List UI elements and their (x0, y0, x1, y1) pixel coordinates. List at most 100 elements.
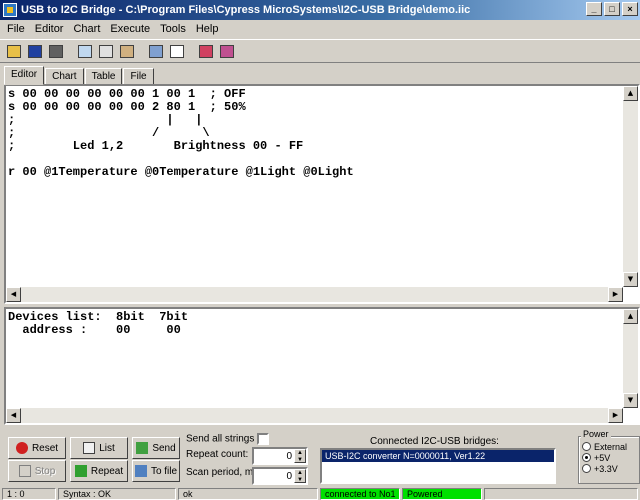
scroll-up-icon[interactable]: ▲ (623, 309, 638, 324)
send-icon (136, 442, 149, 454)
menu-bar: File Editor Chart Execute Tools Help (0, 20, 640, 38)
close-button[interactable]: × (622, 2, 638, 16)
status-connection: connected to No1 (320, 488, 400, 500)
script-editor[interactable]: s 00 00 00 00 00 00 1 00 1 ; OFF s 00 00… (4, 84, 640, 304)
menu-execute[interactable]: Execute (105, 23, 155, 35)
chart-button[interactable] (196, 41, 216, 61)
output-vertical-scrollbar[interactable]: ▲ ▼ (623, 309, 638, 408)
radio-icon[interactable] (582, 453, 591, 462)
cut-icon (78, 44, 92, 58)
radio-icon[interactable] (582, 442, 591, 451)
scroll-right-icon[interactable]: ▶ (608, 287, 623, 302)
output-horizontal-scrollbar[interactable]: ◀ ▶ (6, 408, 623, 423)
list-label: List (99, 442, 115, 454)
power-option-label: +3.3V (594, 463, 618, 474)
tab-file[interactable]: File (123, 68, 154, 85)
tab-editor[interactable]: Editor (4, 66, 45, 85)
bridges-list[interactable]: USB-I2C converter N=0000011, Ver1.22 (320, 448, 556, 484)
script-text[interactable]: s 00 00 00 00 00 00 1 00 1 ; OFF s 00 00… (6, 86, 638, 181)
scan-period-value: 0 (286, 470, 292, 482)
spin-arrows-icon[interactable]: ▲ ▼ (294, 449, 306, 463)
status-power: Powered (402, 488, 482, 500)
power-option-label: External (594, 441, 628, 452)
bridges-label: Connected I2C-USB bridges: (370, 436, 499, 447)
status-syntax: Syntax : OK (58, 488, 176, 500)
repeat-count-value: 0 (286, 450, 292, 462)
repeat-count-label: Repeat count: (186, 449, 249, 460)
reset-button[interactable]: Reset (8, 437, 66, 459)
send-all-strings-option[interactable]: Send all strings (186, 433, 270, 445)
copy-button[interactable] (96, 41, 116, 61)
window-title: USB to I2C Bridge - C:\Program Files\Cyp… (21, 4, 471, 16)
power-option-label: +5V (594, 452, 611, 463)
menu-file[interactable]: File (2, 23, 30, 35)
find-icon (149, 44, 163, 58)
stop-label: Stop (34, 465, 56, 477)
repeat-count-stepper[interactable]: 0 ▲ ▼ (252, 447, 308, 465)
power-option-5v[interactable]: +5V (582, 452, 638, 463)
scroll-right-icon[interactable]: ▶ (608, 408, 623, 423)
toolbar (0, 39, 640, 63)
app-icon (3, 3, 17, 17)
to-file-label: To file (150, 465, 178, 477)
send-button[interactable]: Send (132, 437, 180, 459)
power-title: Power (581, 429, 611, 439)
reset-icon (15, 442, 28, 454)
table-button[interactable] (217, 41, 237, 61)
tab-chart[interactable]: Chart (45, 68, 84, 85)
scroll-up-icon[interactable]: ▲ (623, 86, 638, 101)
open-button[interactable] (4, 41, 24, 61)
scroll-left-icon[interactable]: ◀ (6, 287, 21, 302)
power-option-3v3[interactable]: +3.3V (582, 463, 638, 474)
list-icon (83, 442, 96, 454)
bridge-list-item[interactable]: USB-I2C converter N=0000011, Ver1.22 (322, 450, 554, 462)
editor-vertical-scrollbar[interactable]: ▲ ▼ (623, 86, 638, 287)
status-message: ok (178, 488, 318, 500)
menu-chart[interactable]: Chart (68, 23, 105, 35)
find-button[interactable] (146, 41, 166, 61)
chart-icon (199, 44, 213, 58)
tab-table[interactable]: Table (84, 68, 123, 85)
radio-icon[interactable] (582, 464, 591, 473)
window-button[interactable] (167, 41, 187, 61)
send-all-strings-checkbox[interactable] (257, 433, 270, 445)
table-icon (220, 44, 234, 58)
repeat-label: Repeat (90, 465, 124, 477)
repeat-icon (74, 465, 87, 477)
title-bar: USB to I2C Bridge - C:\Program Files\Cyp… (0, 0, 640, 20)
tab-strip: Editor Chart Table File (4, 66, 155, 85)
menu-editor[interactable]: Editor (30, 23, 69, 35)
reset-label: Reset (31, 442, 59, 454)
to-file-icon (134, 465, 147, 477)
settings-icon (49, 44, 63, 58)
menu-help[interactable]: Help (191, 23, 224, 35)
cut-button[interactable] (75, 41, 95, 61)
output-panel[interactable]: Devices list: 8bit 7bit address : 00 00 … (4, 307, 640, 425)
editor-horizontal-scrollbar[interactable]: ◀ ▶ (6, 287, 623, 302)
scan-period-stepper[interactable]: 0 ▲ ▼ (252, 467, 308, 485)
save-icon (28, 44, 42, 58)
repeat-button[interactable]: Repeat (70, 460, 128, 482)
paste-button[interactable] (117, 41, 137, 61)
status-position: 1 : 0 (2, 488, 56, 500)
stop-button[interactable]: Stop (8, 460, 66, 482)
stop-icon (18, 465, 31, 477)
settings-button[interactable] (46, 41, 66, 61)
output-text: Devices list: 8bit 7bit address : 00 00 (8, 310, 189, 337)
scroll-down-icon[interactable]: ▼ (623, 272, 638, 287)
menu-tools[interactable]: Tools (155, 23, 191, 35)
spin-arrows-icon[interactable]: ▲ ▼ (294, 469, 306, 483)
window-icon (170, 44, 184, 58)
scroll-down-icon[interactable]: ▼ (623, 393, 638, 408)
status-extra (484, 488, 638, 500)
list-button[interactable]: List (70, 437, 128, 459)
open-icon (7, 44, 21, 58)
scroll-left-icon[interactable]: ◀ (6, 408, 21, 423)
send-all-strings-label: Send all strings (186, 433, 255, 445)
to-file-button[interactable]: To file (132, 460, 180, 482)
save-button[interactable] (25, 41, 45, 61)
minimize-button[interactable]: _ (586, 2, 602, 16)
maximize-button[interactable]: □ (604, 2, 620, 16)
copy-icon (99, 44, 113, 58)
power-option-external[interactable]: External (582, 441, 638, 452)
